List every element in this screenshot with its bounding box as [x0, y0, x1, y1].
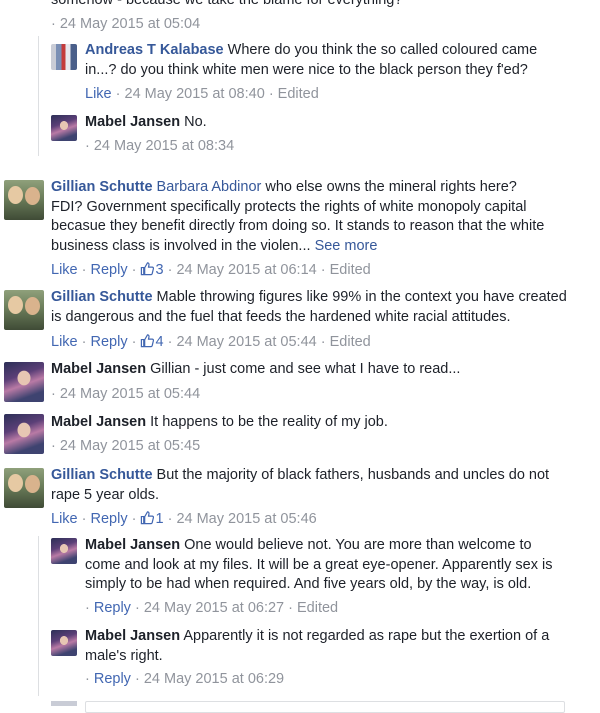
comment-text: Mabel Jansen No.: [85, 113, 545, 133]
timestamp[interactable]: 24 May 2015 at 05:44: [60, 386, 200, 402]
comment-meta: Like · Reply · 3 · 24 May 2015 at 06:14 …: [51, 262, 371, 278]
like-count-value: 4: [155, 334, 164, 350]
comment-body: Gillian - just come and see what I have …: [150, 361, 461, 377]
timestamp[interactable]: 24 May 2015 at 05:44: [176, 334, 316, 350]
comment-body: It happens to be the reality of my job.: [150, 414, 388, 430]
comment-author[interactable]: Mabel Jansen: [51, 414, 146, 430]
comment-body: somehow - because we take the blame for …: [51, 0, 403, 8]
avatar[interactable]: [51, 630, 77, 656]
comment-author[interactable]: Gillian Schutte: [51, 289, 153, 305]
timestamp[interactable]: 24 May 2015 at 08:34: [94, 138, 234, 154]
timestamp[interactable]: 24 May 2015 at 06:14: [176, 262, 316, 278]
comment-text: Gillian Schutte Mable throwing figures l…: [51, 288, 571, 327]
comment-meta: Like · Reply · 4 · 24 May 2015 at 05:44 …: [51, 334, 371, 350]
edited-label[interactable]: Edited: [330, 334, 371, 350]
like-count[interactable]: 4: [140, 334, 164, 350]
comment-meta: · 24 May 2015 at 08:34: [85, 138, 235, 154]
comment-author[interactable]: Gillian Schutte: [51, 179, 153, 195]
comment-author[interactable]: Mabel Jansen: [85, 628, 180, 644]
reply-button[interactable]: Reply: [94, 671, 131, 687]
reply-button[interactable]: Reply: [91, 511, 128, 527]
timestamp[interactable]: 24 May 2015 at 05:04: [60, 16, 200, 32]
avatar[interactable]: [4, 414, 44, 454]
edited-label[interactable]: Edited: [330, 262, 371, 278]
timestamp[interactable]: 24 May 2015 at 05:46: [176, 511, 316, 527]
avatar[interactable]: [51, 115, 77, 141]
avatar[interactable]: [4, 180, 44, 220]
comment-meta: · Reply · 24 May 2015 at 06:27 · Edited: [85, 600, 339, 616]
timestamp[interactable]: 24 May 2015 at 06:29: [144, 671, 284, 687]
timestamp[interactable]: 24 May 2015 at 05:45: [60, 438, 200, 454]
reply-button[interactable]: Reply: [94, 600, 131, 616]
like-button[interactable]: Like: [51, 262, 78, 278]
comment-author[interactable]: Mabel Jansen: [51, 361, 146, 377]
comment-text: Mabel Jansen Apparently it is not regard…: [85, 627, 555, 666]
avatar[interactable]: [4, 290, 44, 330]
comment-text: Gillian Schutte But the majority of blac…: [51, 466, 551, 505]
edited-label[interactable]: Edited: [297, 600, 338, 616]
like-count[interactable]: 3: [140, 262, 164, 278]
mention-link[interactable]: Barbara Abdinor: [157, 179, 262, 195]
thumbs-up-icon: [141, 262, 155, 276]
reply-thread-line: [38, 536, 39, 696]
timestamp[interactable]: 24 May 2015 at 08:40: [125, 86, 265, 102]
see-more-link[interactable]: See more: [315, 238, 378, 254]
edited-label[interactable]: Edited: [278, 86, 319, 102]
comment-body: No.: [184, 114, 207, 130]
reply-button[interactable]: Reply: [91, 334, 128, 350]
like-button[interactable]: Like: [51, 334, 78, 350]
comment-meta: Like · 24 May 2015 at 08:40 · Edited: [85, 86, 319, 102]
comment-author[interactable]: Mabel Jansen: [85, 114, 180, 130]
like-button[interactable]: Like: [85, 86, 112, 102]
comment-author[interactable]: Mabel Jansen: [85, 537, 180, 553]
comment-meta: · Reply · 24 May 2015 at 06:29: [85, 671, 285, 687]
avatar[interactable]: [4, 468, 44, 508]
comment-author[interactable]: Andreas T Kalabase: [85, 42, 224, 58]
comment-text: Mabel Jansen It happens to be the realit…: [51, 413, 571, 433]
like-count[interactable]: 1: [140, 511, 164, 527]
comment-text: Mabel Jansen One would believe not. You …: [85, 536, 555, 595]
comment-author[interactable]: Gillian Schutte: [51, 467, 153, 483]
comment-meta: Like · Reply · 1 · 24 May 2015 at 05:46: [51, 511, 317, 527]
composer-avatar: [51, 701, 77, 706]
thumbs-up-icon: [141, 334, 155, 348]
avatar[interactable]: [51, 44, 77, 70]
comment-text: somehow - because we take the blame for …: [51, 0, 591, 11]
comment-meta: · 24 May 2015 at 05:44: [51, 386, 201, 402]
comment-meta: · 24 May 2015 at 05:45: [51, 438, 201, 454]
reply-button[interactable]: Reply: [91, 262, 128, 278]
avatar[interactable]: [4, 362, 44, 402]
timestamp[interactable]: 24 May 2015 at 06:27: [144, 600, 284, 616]
like-count-value: 3: [155, 262, 164, 278]
like-count-value: 1: [155, 511, 164, 527]
reply-input[interactable]: [85, 701, 565, 713]
thumbs-up-icon: [141, 511, 155, 525]
avatar[interactable]: [51, 538, 77, 564]
like-button[interactable]: Like: [51, 511, 78, 527]
comment-text: Gillian Schutte Barbara Abdinor who else…: [51, 178, 551, 256]
reply-thread-line: [38, 36, 39, 156]
comment-meta: · 24 May 2015 at 05:04: [51, 16, 201, 32]
comment-text: Andreas T Kalabase Where do you think th…: [85, 41, 545, 80]
comment-text: Mabel Jansen Gillian - just come and see…: [51, 360, 571, 380]
